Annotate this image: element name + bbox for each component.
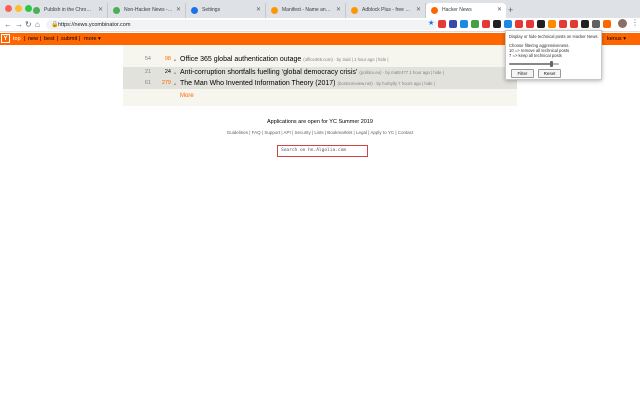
story-title[interactable]: Anti-corruption shortfalls fuelling ‘glo…	[180, 69, 357, 76]
extension-icon[interactable]	[548, 20, 556, 28]
nav-best[interactable]: best	[44, 33, 54, 45]
extension-icon[interactable]	[603, 20, 611, 28]
tab-favicon-icon	[113, 7, 120, 14]
story-row: 54 98 ▲ Office 365 global authentication…	[123, 54, 517, 65]
url-text: https://news.ycombinator.com	[58, 22, 131, 28]
upvote-arrow-icon[interactable]: ▲	[173, 54, 177, 65]
extension-icon[interactable]	[438, 20, 446, 28]
extension-icon[interactable]	[482, 20, 490, 28]
minimize-window-icon[interactable]	[15, 5, 22, 12]
close-window-icon[interactable]	[5, 5, 12, 12]
browser-menu-icon[interactable]: ⋮	[631, 18, 639, 27]
browser-tab[interactable]: Publish in the Chrome Web St ✕	[28, 3, 108, 18]
filter-button[interactable]: Filter	[511, 69, 534, 78]
story-score: 24	[164, 69, 171, 75]
extension-icon[interactable]	[570, 20, 578, 28]
user-menu[interactable]: kenus ▾	[607, 33, 626, 45]
hn-logo[interactable]: Y	[1, 34, 10, 43]
yc-applications-link[interactable]: Applications are open for YC Summer 2019	[0, 119, 640, 125]
story-title-wrap: Anti-corruption shortfalls fuelling ‘glo…	[180, 67, 444, 78]
story-rank: 21	[144, 69, 151, 75]
story-title[interactable]: The Man Who Invented Information Theory …	[180, 80, 336, 87]
story-meta: (politico.eu) · by mattr477 1 hour ago |…	[359, 70, 444, 75]
forward-arrow-icon[interactable]: →	[15, 19, 23, 31]
browser-tab-bar: Publish in the Chrome Web St ✕ Non-Hacke…	[0, 0, 640, 18]
nav-separator: |	[40, 36, 42, 42]
extension-icon[interactable]	[493, 20, 501, 28]
story-row: 21 24 ▲ Anti-corruption shortfalls fuell…	[123, 67, 517, 78]
nav-separator: |	[79, 36, 81, 42]
extension-icon[interactable]	[526, 20, 534, 28]
tab-close-icon[interactable]: ✕	[98, 3, 103, 18]
address-bar[interactable]: 🔒 https://news.ycombinator.com	[46, 20, 438, 30]
tab-favicon-icon	[431, 7, 438, 14]
tab-favicon-icon	[33, 7, 40, 14]
story-rank: 61	[144, 80, 151, 86]
extension-popup: Display or hide technical posts on Hacke…	[505, 30, 602, 80]
extension-icon[interactable]	[559, 20, 567, 28]
popup-hint-low: 7 => keep all technical posts	[509, 53, 562, 58]
story-title-wrap: Office 365 global authentication outage(…	[180, 54, 389, 65]
extension-icon[interactable]	[592, 20, 600, 28]
browser-tab[interactable]: Manifest - Name and Short N ✕	[266, 3, 346, 18]
story-rank: 54	[144, 56, 151, 62]
tab-close-icon[interactable]: ✕	[176, 3, 181, 18]
extension-icon[interactable]	[581, 20, 589, 28]
browser-tab[interactable]: Settings ✕	[186, 3, 266, 18]
tab-close-icon[interactable]: ✕	[336, 3, 341, 18]
hn-footer: Applications are open for YC Summer 2019…	[0, 106, 640, 166]
nav-new[interactable]: new	[28, 33, 38, 45]
extension-icon[interactable]	[515, 20, 523, 28]
tab-favicon-icon	[351, 7, 358, 14]
more-link[interactable]: More	[180, 93, 194, 99]
extension-icon[interactable]	[471, 20, 479, 28]
tab-favicon-icon	[271, 7, 278, 14]
algolia-search-input[interactable]: Search on hn.Algolia.com	[277, 145, 368, 157]
nav-separator: |	[24, 36, 26, 42]
story-title-wrap: The Man Who Invented Information Theory …	[180, 78, 435, 89]
profile-avatar[interactable]	[618, 19, 627, 28]
nav-submit[interactable]: submit	[61, 33, 77, 45]
reset-button[interactable]: Reset	[538, 69, 561, 78]
browser-tab[interactable]: Non-Hacker News - Edit Item ✕	[108, 3, 186, 18]
reload-icon[interactable]: ↻	[25, 19, 32, 31]
story-list: 54 98 ▲ Office 365 global authentication…	[123, 45, 517, 106]
tab-favicon-icon	[191, 7, 198, 14]
tab-close-icon[interactable]: ✕	[256, 3, 261, 18]
story-score: 279	[161, 80, 171, 86]
upvote-arrow-icon[interactable]: ▲	[173, 67, 177, 78]
upvote-arrow-icon[interactable]: ▲	[173, 78, 177, 89]
story-row: 61 279 ▲ The Man Who Invented Informatio…	[123, 78, 517, 89]
slider-fill	[509, 63, 552, 65]
footer-links[interactable]: Guidelines | FAQ | Support | API | Secur…	[0, 130, 640, 135]
bookmark-star-icon[interactable]: ★	[428, 19, 434, 27]
browser-tab-active[interactable]: Hacker News ✕	[426, 3, 506, 18]
story-meta: (bostonreview.net) · by hurbylly 7 hours…	[337, 81, 435, 86]
story-meta: (office365.com) · by 3uid | 1 hour ago |…	[303, 57, 389, 62]
extension-icon[interactable]	[537, 20, 545, 28]
story-title[interactable]: Office 365 global authentication outage	[180, 56, 301, 63]
tab-close-icon[interactable]: ✕	[497, 3, 502, 18]
home-icon[interactable]: ⌂	[35, 19, 40, 31]
popup-description: Display or hide technical posts on Hacke…	[509, 34, 599, 39]
extension-icon[interactable]	[504, 20, 512, 28]
new-tab-button[interactable]: +	[508, 3, 513, 17]
extension-icon[interactable]	[449, 20, 457, 28]
story-score: 98	[164, 56, 171, 62]
extension-icon[interactable]	[460, 20, 468, 28]
back-arrow-icon[interactable]: ←	[4, 19, 12, 31]
slider-thumb[interactable]	[550, 61, 553, 67]
aggressiveness-slider[interactable]	[509, 61, 559, 67]
nav-top[interactable]: top	[13, 33, 21, 45]
nav-more[interactable]: more ▾	[84, 33, 101, 45]
nav-separator: |	[57, 36, 59, 42]
browser-tab[interactable]: Adblock Plus - free ad blocker ✕	[346, 3, 426, 18]
tab-close-icon[interactable]: ✕	[416, 3, 421, 18]
